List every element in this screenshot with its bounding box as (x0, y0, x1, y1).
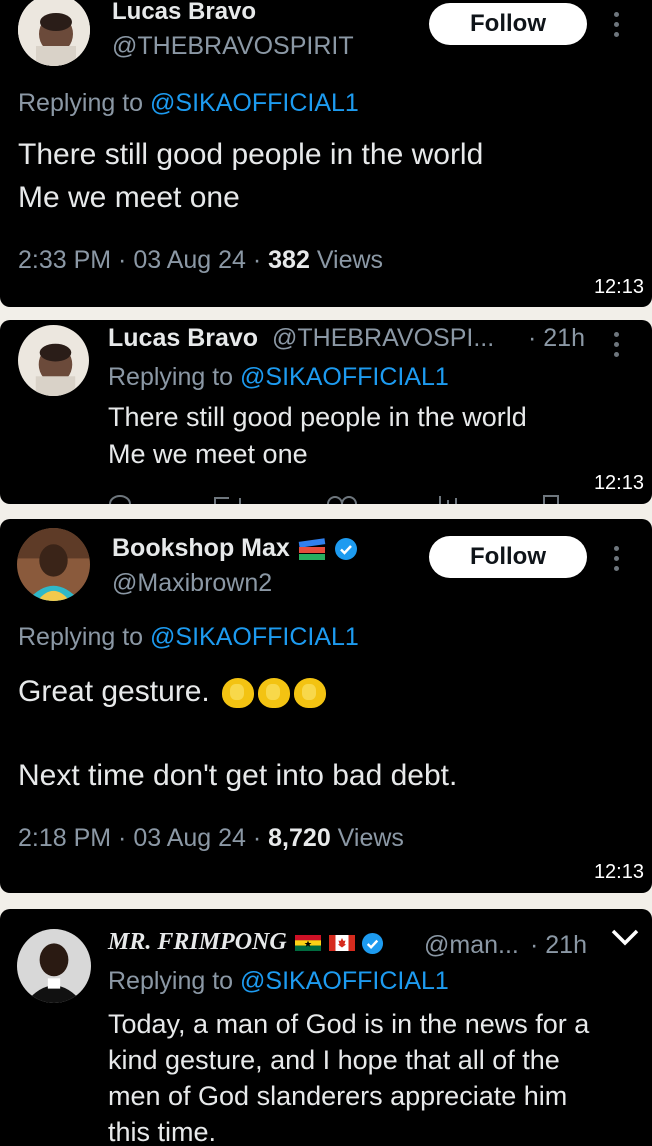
tweet-text-line: Great gesture. (18, 675, 327, 709)
tweet-text-line: this time. (108, 1117, 217, 1146)
tweet-text-line: Next time don't get into bad debt. (18, 759, 458, 792)
canada-flag-icon (328, 935, 355, 952)
views-count: 382 (268, 246, 310, 274)
ghana-flag-icon (294, 935, 321, 952)
user-handle[interactable]: @Maxibrown2 (112, 569, 272, 598)
display-name[interactable]: Lucas Bravo (112, 0, 256, 26)
follow-button[interactable]: Follow (429, 3, 587, 45)
avatar-photo (18, 325, 89, 396)
clapping-hands-emoji-icon (222, 678, 255, 709)
avatar[interactable] (18, 0, 90, 66)
clapping-hands-emoji-icon (294, 678, 327, 709)
tweet-card-3[interactable]: Bookshop Max @Maxibrown2 Follow Replying… (0, 519, 652, 893)
tweet-text-line: men of God slanderers appreciate him (108, 1081, 568, 1111)
display-name[interactable]: Bookshop Max (112, 534, 358, 563)
replying-prefix: Replying to (108, 967, 241, 995)
views-icon (439, 496, 457, 504)
tweet-text-line-1: Great gesture. (18, 675, 210, 708)
reply-icon (109, 495, 131, 504)
books-emoji-icon (298, 538, 326, 561)
avatar-photo (18, 0, 90, 66)
tweet-text-line: Me we meet one (18, 181, 240, 214)
more-options-icon[interactable] (614, 546, 620, 576)
replying-to: Replying to @SIKAOFFICIAL1 (108, 363, 449, 392)
tweet-card-2[interactable]: Lucas Bravo @THEBRAVOSPI... · 21h Replyi… (0, 320, 652, 504)
status-bar-time: 12:13 (593, 276, 644, 298)
avatar[interactable] (17, 929, 91, 1003)
avatar[interactable] (17, 528, 90, 601)
views-count: 8,720 (268, 824, 331, 852)
tweet-timestamp: 2:33 PM · 03 Aug 24 · 382 Views (18, 246, 383, 275)
bookmark-icon (543, 495, 559, 504)
views-label: Views (330, 824, 404, 852)
replying-to-link[interactable]: @SIKAOFFICIAL1 (240, 363, 449, 391)
more-options-icon[interactable] (614, 332, 620, 362)
repost-icon (214, 497, 241, 504)
user-handle[interactable]: @man... (424, 931, 519, 960)
display-name-text: Bookshop Max (112, 534, 290, 562)
timestamp-text[interactable]: 2:18 PM · 03 Aug 24 · (18, 824, 268, 852)
avatar-photo (17, 528, 90, 601)
more-options-icon[interactable] (614, 12, 620, 42)
replying-prefix: Replying to (108, 363, 241, 391)
avatar[interactable] (18, 325, 89, 396)
follow-button[interactable]: Follow (429, 536, 587, 578)
verified-badge-icon (361, 932, 383, 955)
tweet-text-line: kind gesture, and I hope that all of the (108, 1045, 560, 1075)
like-icon (327, 496, 357, 504)
replying-prefix: Replying to (18, 623, 151, 651)
tweet-text-line: There still good people in the world (108, 402, 527, 432)
replying-to: Replying to @SIKAOFFICIAL1 (18, 89, 359, 118)
display-name-text: MR. FRIMPONG (108, 929, 287, 955)
user-handle[interactable]: @THEBRAVOSPIRIT (112, 32, 354, 61)
display-name[interactable]: Lucas Bravo (108, 324, 258, 353)
display-name[interactable]: MR. FRIMPONG (108, 929, 384, 956)
replying-to: Replying to @SIKAOFFICIAL1 (108, 967, 449, 996)
replying-to: Replying to @SIKAOFFICIAL1 (18, 623, 359, 652)
avatar-photo (17, 929, 91, 1003)
action-bar (109, 495, 559, 504)
views-label: Views (309, 246, 384, 274)
tweet-age[interactable]: · 21h (530, 931, 587, 960)
chevron-down-icon[interactable] (610, 927, 640, 949)
tweet-text-line: Me we meet one (108, 439, 308, 469)
tweet-text-line: Today, a man of God is in the news for a (108, 1009, 590, 1039)
status-bar-time: 12:13 (593, 861, 644, 883)
replying-prefix: Replying to (18, 89, 151, 117)
tweet-text-line: There still good people in the world (18, 138, 484, 171)
replying-to-link[interactable]: @SIKAOFFICIAL1 (150, 623, 359, 651)
verified-badge-icon (334, 538, 357, 561)
replying-to-link[interactable]: @SIKAOFFICIAL1 (240, 967, 449, 995)
clapping-hands-emoji-icon (258, 678, 291, 709)
tweet-timestamp: 2:18 PM · 03 Aug 24 · 8,720 Views (18, 824, 404, 853)
user-handle[interactable]: @THEBRAVOSPI... (272, 324, 494, 353)
replying-to-link[interactable]: @SIKAOFFICIAL1 (150, 89, 359, 117)
tweet-age[interactable]: · 21h (528, 324, 585, 353)
timestamp-text[interactable]: 2:33 PM · 03 Aug 24 · (18, 246, 268, 274)
tweet-card-1[interactable]: Lucas Bravo @THEBRAVOSPIRIT Follow Reply… (0, 0, 652, 307)
tweet-card-4[interactable]: MR. FRIMPONG @man... · 21h Replying to @… (0, 909, 652, 1146)
